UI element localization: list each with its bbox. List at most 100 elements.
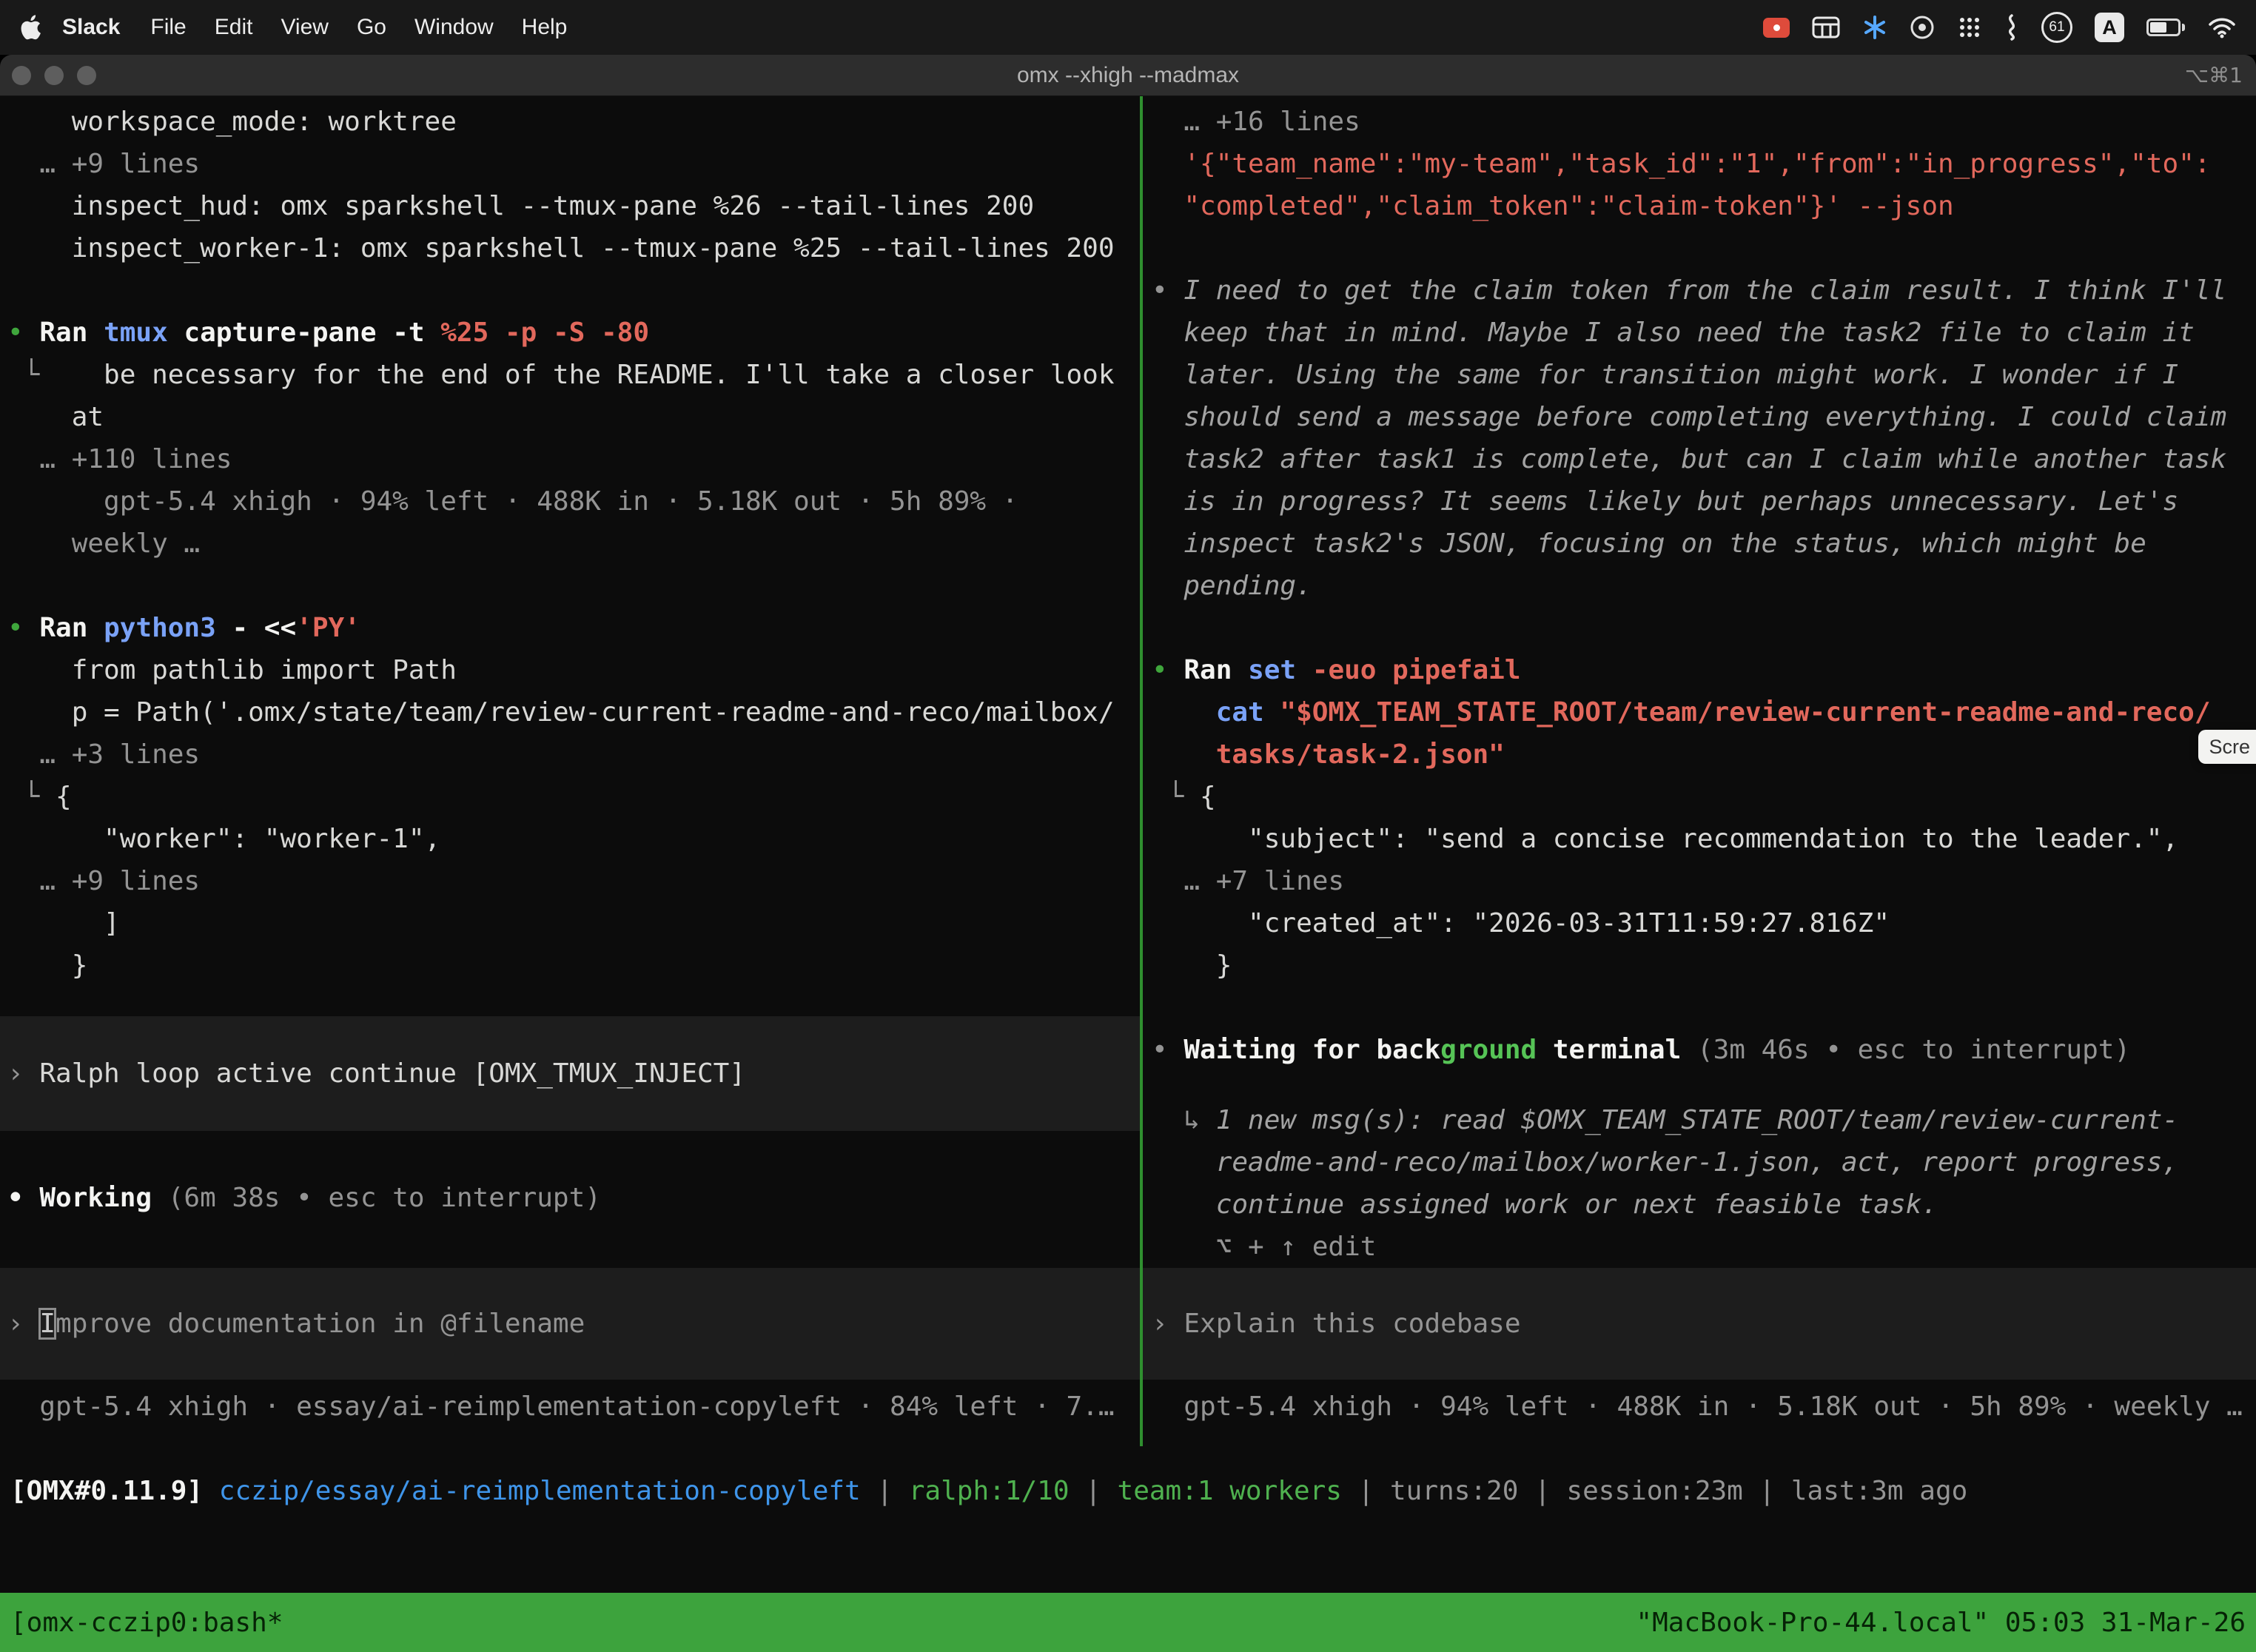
terminal-line: └ be necessary for the end of the README… [7, 354, 1140, 396]
terminal-line: … +110 lines [7, 438, 1140, 480]
prompt-band[interactable]: › Explain this codebase [1143, 1268, 2256, 1380]
text-segment: - << [232, 613, 296, 643]
terminal-line: task2 after task1 is complete, but can I… [1152, 438, 2256, 480]
terminal-line: • Ran python3 - <<'PY' [7, 607, 1140, 649]
battery-icon[interactable] [2146, 19, 2185, 36]
text-segment: Working [39, 1183, 167, 1213]
prompt-band[interactable]: › Improve documentation in @filename [0, 1268, 1140, 1380]
text-segment: inspect task2's JSON, focusing on the st… [1152, 528, 2146, 559]
apple-menu[interactable] [19, 14, 46, 41]
text-segment: be necessary for the end of the README. … [39, 360, 1114, 390]
menu-item-view[interactable]: View [266, 15, 342, 40]
terminal-line [1152, 987, 2256, 1029]
ring-app-icon[interactable] [1910, 15, 1935, 40]
prompt-band[interactable]: › Ralph loop active continue [OMX_TMUX_I… [0, 1016, 1140, 1131]
text-segment: ground [1440, 1035, 1537, 1065]
window-title: omx --xhigh --madmax [0, 55, 2256, 96]
menu-item-go[interactable]: Go [343, 15, 400, 40]
text-segment: mprove documentation in @filename [56, 1309, 585, 1339]
text-segment: 'PY' [296, 613, 360, 643]
text-segment: "subject": "send a concise recommendatio… [1152, 824, 2178, 854]
text-segment: cat [1216, 697, 1280, 728]
text-segment: keep that in mind. Maybe I also need the… [1152, 318, 2195, 348]
window-title-bar[interactable]: omx --xhigh --madmax ⌥⌘1 [0, 55, 2256, 96]
terminal-line: p = Path('.omx/state/team/review-current… [7, 691, 1140, 733]
text-segment: • [7, 1183, 39, 1213]
terminal-line: at [7, 396, 1140, 438]
text-segment: { [1200, 782, 1216, 812]
text-segment: ↳ [1152, 1105, 1216, 1135]
menu-item-window[interactable]: Window [400, 15, 508, 40]
input-source-label: A [2095, 13, 2124, 42]
text-segment: pending. [1152, 571, 1312, 601]
menu-item-edit[interactable]: Edit [201, 15, 267, 40]
terminal-line: "created_at": "2026-03-31T11:59:27.816Z" [1152, 902, 2256, 944]
input-source-icon[interactable]: A [2095, 13, 2124, 42]
gap [7, 1219, 1140, 1268]
text-segment: Waiting for back [1184, 1035, 1440, 1065]
text-segment: └ [1152, 782, 1200, 812]
screen-recording-icon[interactable] [1763, 18, 1790, 38]
text-segment: from pathlib import Path [7, 655, 457, 685]
wifi-icon[interactable] [2207, 16, 2237, 38]
terminal-line: └ { [7, 776, 1140, 818]
menu-bar-status-icons: 61 A [1763, 12, 2237, 43]
terminal-line: workspace_mode: worktree [7, 101, 1140, 143]
terminal-line: gpt-5.4 xhigh · 94% left · 488K in · 5.1… [1152, 1386, 2256, 1428]
terminal-line: tasks/task-2.json" [1152, 733, 2256, 776]
menu-item-help[interactable]: Help [508, 15, 582, 40]
tmux-pane-right[interactable]: … +16 lines '{"team_name":"my-team","tas… [1143, 96, 2256, 1446]
tmux-pane-left[interactable]: workspace_mode: worktree … +9 lines insp… [0, 96, 1140, 1446]
menu-item-file[interactable]: File [136, 15, 200, 40]
terminal-line: … +7 lines [1152, 860, 2256, 902]
text-segment: inspect_worker-1: omx sparkshell --tmux-… [7, 233, 1115, 263]
terminal-line: "worker": "worker-1", [7, 818, 1140, 860]
text-segment: later. Using the same for transition mig… [1152, 360, 2178, 390]
terminal-line: gpt-5.4 xhigh · essay/ai-reimplementatio… [7, 1386, 1140, 1428]
text-segment: weekly … [7, 528, 200, 559]
gap [1152, 1380, 2256, 1386]
text-segment: should send a message before completing … [1152, 402, 2226, 432]
pinwheel-icon[interactable] [1862, 15, 1887, 40]
text-segment: Ran [1184, 655, 1248, 685]
terminal-line: inspect task2's JSON, focusing on the st… [1152, 523, 2256, 565]
text-segment: last:3m ago [1791, 1476, 1967, 1506]
text-segment: "worker": "worker-1", [7, 824, 440, 854]
tmux-status-bar: [omx-cczip0:bash* "MacBook-Pro-44.local"… [0, 1593, 2256, 1652]
text-segment: … +110 lines [7, 444, 232, 474]
text-segment: • [1152, 655, 1184, 685]
grid-table-icon[interactable] [1812, 16, 1840, 38]
terminal-line: • Ran set -euo pipefail [1152, 649, 2256, 691]
terminal-line: should send a message before completing … [1152, 396, 2256, 438]
text-segment: ] [7, 908, 120, 939]
text-segment: cczip/essay/ai-reimplementation-copyleft [219, 1476, 861, 1506]
app-grid-icon[interactable] [1957, 15, 1982, 40]
terminal-line: keep that in mind. Maybe I also need the… [1152, 312, 2256, 354]
text-segment: … +3 lines [7, 739, 200, 770]
text-segment: I [39, 1309, 56, 1339]
text-segment: | [1342, 1476, 1390, 1506]
terminal-line: ↳ 1 new msg(s): read $OMX_TEAM_STATE_ROO… [1152, 1099, 2256, 1141]
apple-logo-icon [19, 14, 41, 41]
terminal-line: "completed","claim_token":"claim-token"}… [1152, 185, 2256, 227]
terminal-line: readme-and-reco/mailbox/worker-1.json, a… [1152, 1141, 2256, 1183]
battery-percent-icon[interactable]: 61 [2041, 12, 2072, 43]
terminal-line: } [7, 944, 1140, 987]
terminal-line: inspect_hud: omx sparkshell --tmux-pane … [7, 185, 1140, 227]
text-segment: inspect_hud: omx sparkshell --tmux-pane … [7, 191, 1034, 221]
text-segment: I need to get the claim token from the c… [1184, 275, 2226, 306]
text-segment: … +9 lines [7, 866, 200, 896]
text-segment: python3 [104, 613, 232, 643]
tmux-session-label: [omx-cczip0:bash* [10, 1608, 283, 1638]
text-segment: '{"team_name":"my-team","task_id":"1","f… [1152, 149, 2210, 179]
squiggle-icon[interactable] [2004, 13, 2019, 41]
terminal-line: … +9 lines [7, 860, 1140, 902]
text-segment: "created_at": "2026-03-31T11:59:27.816Z" [1152, 908, 1890, 939]
gap [7, 1380, 1140, 1386]
terminal-line: from pathlib import Path [7, 649, 1140, 691]
text-segment: Explain this codebase [1184, 1309, 1520, 1339]
text-segment: 1 new msg(s): read $OMX_TEAM_STATE_ROOT/… [1216, 1105, 2178, 1135]
text-segment: team:1 workers [1118, 1476, 1342, 1506]
text-segment: gpt-5.4 xhigh · 94% left · 488K in · 5.1… [1152, 1391, 2243, 1422]
menu-app-name[interactable]: Slack [46, 15, 136, 40]
